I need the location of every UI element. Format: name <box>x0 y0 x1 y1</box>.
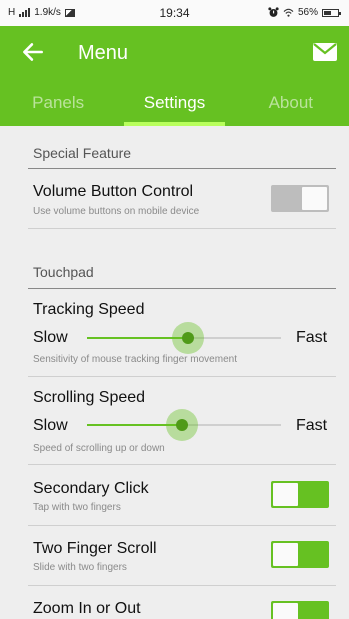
mail-icon-glyph <box>313 43 337 55</box>
app-bar: Menu Panels Settings About <box>0 26 349 126</box>
divider <box>28 288 336 289</box>
tab-panels[interactable]: Panels <box>0 86 116 126</box>
tracking-speed-desc: Sensitivity of mouse tracking finger mov… <box>33 354 237 365</box>
tracking-speed-slider[interactable] <box>87 322 281 354</box>
toggle-knob <box>273 543 298 566</box>
scrolling-speed-desc: Speed of scrolling up or down <box>33 443 165 454</box>
scrolling-fast-label: Fast <box>296 417 328 434</box>
two-finger-scroll-desc: Slide with two fingers <box>33 562 127 573</box>
zoom-toggle[interactable] <box>271 601 329 619</box>
two-finger-scroll-toggle[interactable] <box>271 541 329 568</box>
divider <box>28 585 336 586</box>
status-bar: H 1.9k/s 19:34 56% <box>0 0 349 26</box>
tab-settings[interactable]: Settings <box>116 86 232 126</box>
divider <box>28 464 336 465</box>
scrolling-slow-label: Slow <box>33 417 68 434</box>
zoom-title: Zoom In or Out <box>33 600 141 617</box>
scrolling-speed-title: Scrolling Speed <box>33 389 146 406</box>
mail-icon[interactable] <box>313 43 337 61</box>
tab-about[interactable]: About <box>233 86 349 126</box>
tab-bar: Panels Settings About <box>0 86 349 126</box>
section-touchpad: Touchpad <box>33 264 94 280</box>
battery-icon <box>322 8 341 17</box>
scrolling-speed-slider[interactable] <box>87 409 281 441</box>
volume-button-toggle[interactable] <box>271 185 329 212</box>
volume-button-title: Volume Button Control <box>33 183 194 200</box>
alarm-icon <box>268 7 279 17</box>
secondary-click-toggle[interactable] <box>271 481 329 508</box>
two-finger-scroll-title: Two Finger Scroll <box>33 540 157 557</box>
back-arrow-icon[interactable] <box>20 39 46 65</box>
slider-thumb[interactable] <box>176 419 189 431</box>
tracking-speed-title: Tracking Speed <box>33 301 145 318</box>
page-title: Menu <box>78 42 129 64</box>
toggle-knob <box>273 483 298 506</box>
secondary-click-desc: Tap with two fingers <box>33 502 121 513</box>
divider <box>28 525 336 526</box>
wifi-icon <box>283 8 294 17</box>
secondary-click-title: Secondary Click <box>33 480 149 497</box>
divider <box>28 228 336 229</box>
battery-percent: 56% <box>297 7 318 18</box>
tracking-slow-label: Slow <box>33 329 68 346</box>
divider <box>28 376 336 377</box>
slider-thumb[interactable] <box>181 332 194 344</box>
status-right: 56% <box>268 7 341 18</box>
section-special-feature: Special Feature <box>33 145 132 161</box>
tracking-fast-label: Fast <box>296 329 328 346</box>
divider <box>28 168 336 169</box>
toggle-knob <box>302 187 327 210</box>
toggle-knob <box>273 603 298 619</box>
volume-button-desc: Use volume buttons on mobile device <box>33 206 200 217</box>
